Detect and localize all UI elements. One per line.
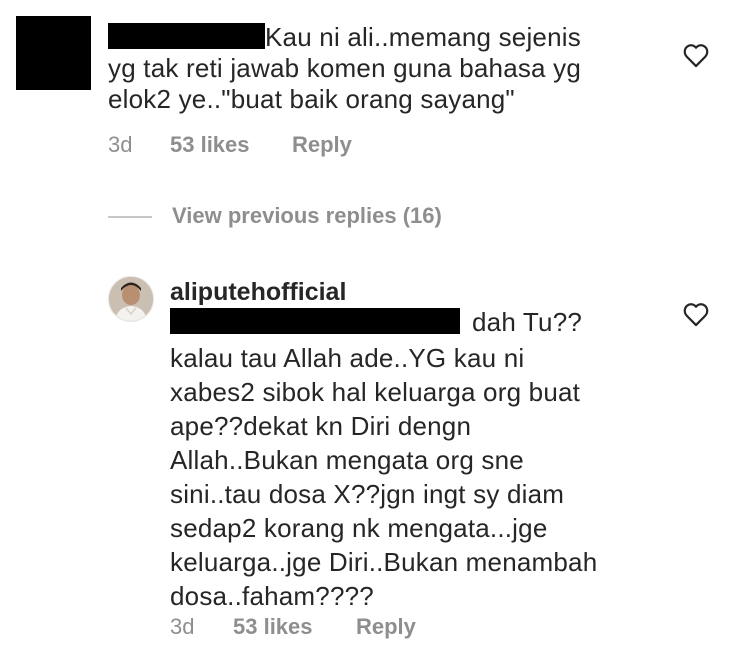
avatar[interactable] xyxy=(108,276,154,322)
comment-2-reply-button[interactable]: Reply xyxy=(356,614,416,640)
comment-1-likes[interactable]: 53 likes xyxy=(170,132,250,158)
avatar-redacted[interactable] xyxy=(16,16,91,90)
comment-1-time: 3d xyxy=(108,132,133,157)
heart-icon[interactable] xyxy=(682,301,710,327)
redacted-mention xyxy=(108,23,265,49)
comment-2-line-4: ape??dekat kn Diri dengn xyxy=(170,411,472,441)
comment-2-line-8: keluarga..jge Diri..Bukan menambah xyxy=(170,547,598,577)
comment-2-line-5: Allah..Bukan mengata org sne xyxy=(170,445,524,475)
comment-1-line-1: Kau ni ali..memang sejenis xyxy=(108,22,648,53)
comment-2-line-3: xabes2 sibok hal keluarga org buat xyxy=(170,377,581,407)
replies-divider-line xyxy=(108,216,152,218)
comment-2-time: 3d xyxy=(170,614,195,639)
username[interactable]: aliputehofficial xyxy=(170,278,346,307)
comment-2-line-2: kalau tau Allah ade..YG kau ni xyxy=(170,343,525,373)
comment-2-line-1: dah Tu?? xyxy=(170,307,650,338)
comment-1-reply-button[interactable]: Reply xyxy=(292,132,352,158)
comment-2-line-9: dosa..faham???? xyxy=(170,581,374,611)
comment-2-likes[interactable]: 53 likes xyxy=(233,614,313,640)
comment-2-text: dah Tu?? kalau tau Allah ade..YG kau ni … xyxy=(170,307,650,613)
redacted-mention xyxy=(170,308,460,334)
avatar-photo-icon xyxy=(109,277,153,321)
comment-2-line-7: sedap2 korang nk mengata...jge xyxy=(170,513,548,543)
comment-2-line-6: sini..tau dosa X??jgn ingt sy diam xyxy=(170,479,565,509)
comment-1-line-2: yg tak reti jawab komen guna bahasa yg xyxy=(108,53,581,83)
view-previous-replies-link[interactable]: View previous replies (16) xyxy=(172,203,442,229)
comment-1-text: Kau ni ali..memang sejenis yg tak reti j… xyxy=(108,22,648,115)
comment-1-line-3: elok2 ye.."buat baik orang sayang" xyxy=(108,84,515,114)
heart-icon[interactable] xyxy=(682,42,710,68)
